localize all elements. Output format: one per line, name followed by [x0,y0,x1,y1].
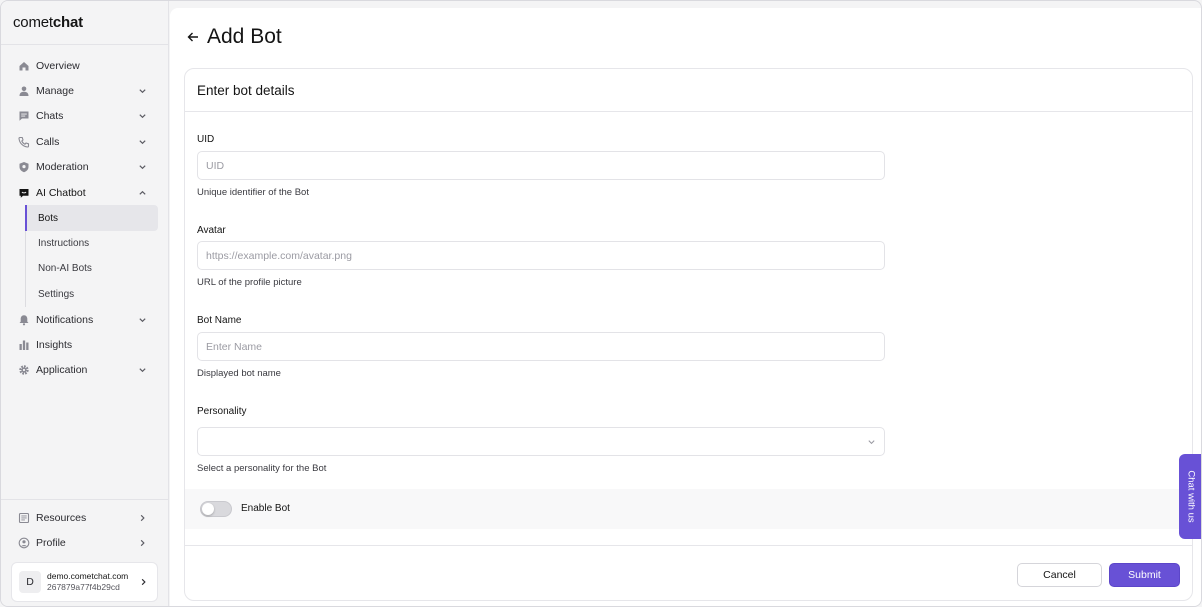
sidebar-item-resources[interactable]: Resources [1,505,169,530]
app-window: cometchat Overview Manage Chats Calls Mo… [0,0,1202,607]
sidebar-bottom-nav: Resources Profile [1,505,169,556]
sidebar-item-label: Resources [36,511,87,524]
chevron-down-icon [139,140,146,145]
shield-icon [17,161,30,174]
sidebar-item-profile[interactable]: Profile [1,530,169,555]
sidebar-item-label: Chats [36,110,64,123]
sidebar-item-label: Manage [36,85,74,98]
chevron-right-icon [140,514,145,521]
uid-help: Unique identifier of the Bot [197,187,309,198]
bot-name-help: Displayed bot name [197,368,281,379]
chevron-down-icon [139,165,146,170]
chevron-right-icon [141,578,146,586]
page-title: Add Bot [207,25,282,48]
cometchat-logo[interactable]: cometchat [13,14,83,31]
personality-help: Select a personality for the Bot [197,463,327,474]
chevron-down-icon [139,89,146,94]
bar-chart-icon [17,338,30,351]
sidebar-item-application[interactable]: Application [1,358,169,383]
sidebar-subitem-instructions[interactable]: Instructions [25,230,158,257]
book-icon [17,511,30,524]
logo-text-bold: chat [52,14,83,31]
enable-bot-row: Enable Bot [185,489,1192,529]
personality-select[interactable] [197,427,885,456]
sidebar-item-label: AI Chatbot [36,186,86,199]
enable-bot-toggle[interactable] [200,501,232,517]
chevron-down-icon [868,439,875,444]
account-domain: demo.cometchat.com [47,571,129,581]
sidebar-nav: Overview Manage Chats Calls Moderation A… [1,53,169,383]
sidebar-item-label: Profile [36,537,66,550]
account-switcher[interactable]: D demo.cometchat.com 267879a77f4b29cd [11,562,158,602]
avatar-url-input[interactable] [197,241,885,270]
enable-bot-label: Enable Bot [241,503,290,514]
phone-icon [17,135,30,148]
card-title: Enter bot details [197,83,295,98]
logo-text-light: comet [13,14,53,31]
card-header: Enter bot details [185,69,1192,112]
avatar-label: Avatar [197,225,226,236]
back-arrow-icon[interactable] [186,30,200,44]
sidebar-item-label: Calls [36,135,60,148]
bell-icon [17,313,30,326]
sidebar-item-manage[interactable]: Manage [1,78,169,103]
sidebar-item-moderation[interactable]: Moderation [1,155,169,180]
sidebar-item-notifications[interactable]: Notifications [1,307,169,332]
chevron-down-icon [139,368,146,373]
sidebar-subitem-label: Settings [38,288,75,300]
sidebar-item-overview[interactable]: Overview [1,53,169,78]
sidebar-subitem-label: Bots [38,212,59,224]
chevron-down-icon [139,114,146,119]
bot-name-input[interactable] [197,332,885,361]
toggle-knob [202,503,214,515]
avatar: D [19,571,41,593]
sidebar-item-ai-chatbot[interactable]: AI Chatbot [1,180,169,205]
sidebar-item-insights[interactable]: Insights [1,332,169,357]
uid-input[interactable] [197,151,885,180]
divider [1,499,169,500]
sidebar-item-chats[interactable]: Chats [1,104,169,129]
divider [185,545,1192,546]
account-info: demo.cometchat.com 267879a77f4b29cd [47,571,128,593]
sidebar-subitem-settings[interactable]: Settings [25,281,158,307]
bot-icon [17,186,30,199]
divider [1,44,169,45]
profile-icon [17,537,30,550]
sidebar-item-label: Application [36,364,88,377]
sidebar-subitem-label: Instructions [38,237,90,249]
sidebar-subitem-non-ai-bots[interactable]: Non-AI Bots [25,256,158,282]
chevron-up-icon [139,190,146,195]
account-id: 267879a77f4b29cd [47,582,120,592]
sidebar-item-label: Moderation [36,161,89,174]
sidebar-item-label: Insights [36,338,73,351]
submit-button[interactable]: Submit [1109,563,1180,587]
sidebar-subitem-bots[interactable]: Bots [25,205,158,231]
chat-with-us-label: Chat with us [1185,470,1197,523]
sidebar: cometchat Overview Manage Chats Calls Mo… [1,1,169,606]
home-icon [17,59,30,72]
chevron-right-icon [140,539,145,547]
sidebar-subitem-label: Non-AI Bots [38,263,92,275]
cancel-button[interactable]: Cancel [1017,563,1102,587]
uid-label: UID [197,134,215,145]
sidebar-item-label: Overview [36,59,80,72]
chat-with-us-button[interactable]: Chat with us [1179,454,1201,539]
personality-label: Personality [197,406,247,417]
avatar-help: URL of the profile picture [197,277,302,288]
chat-icon [17,110,30,123]
bot-name-label: Bot Name [197,315,242,326]
user-icon [17,85,30,98]
chevron-down-icon [139,317,146,322]
bot-details-card: Enter bot details UID Unique identifier … [184,68,1193,601]
sidebar-item-label: Notifications [36,313,94,326]
gear-icon [17,364,30,377]
sidebar-item-calls[interactable]: Calls [1,129,169,154]
